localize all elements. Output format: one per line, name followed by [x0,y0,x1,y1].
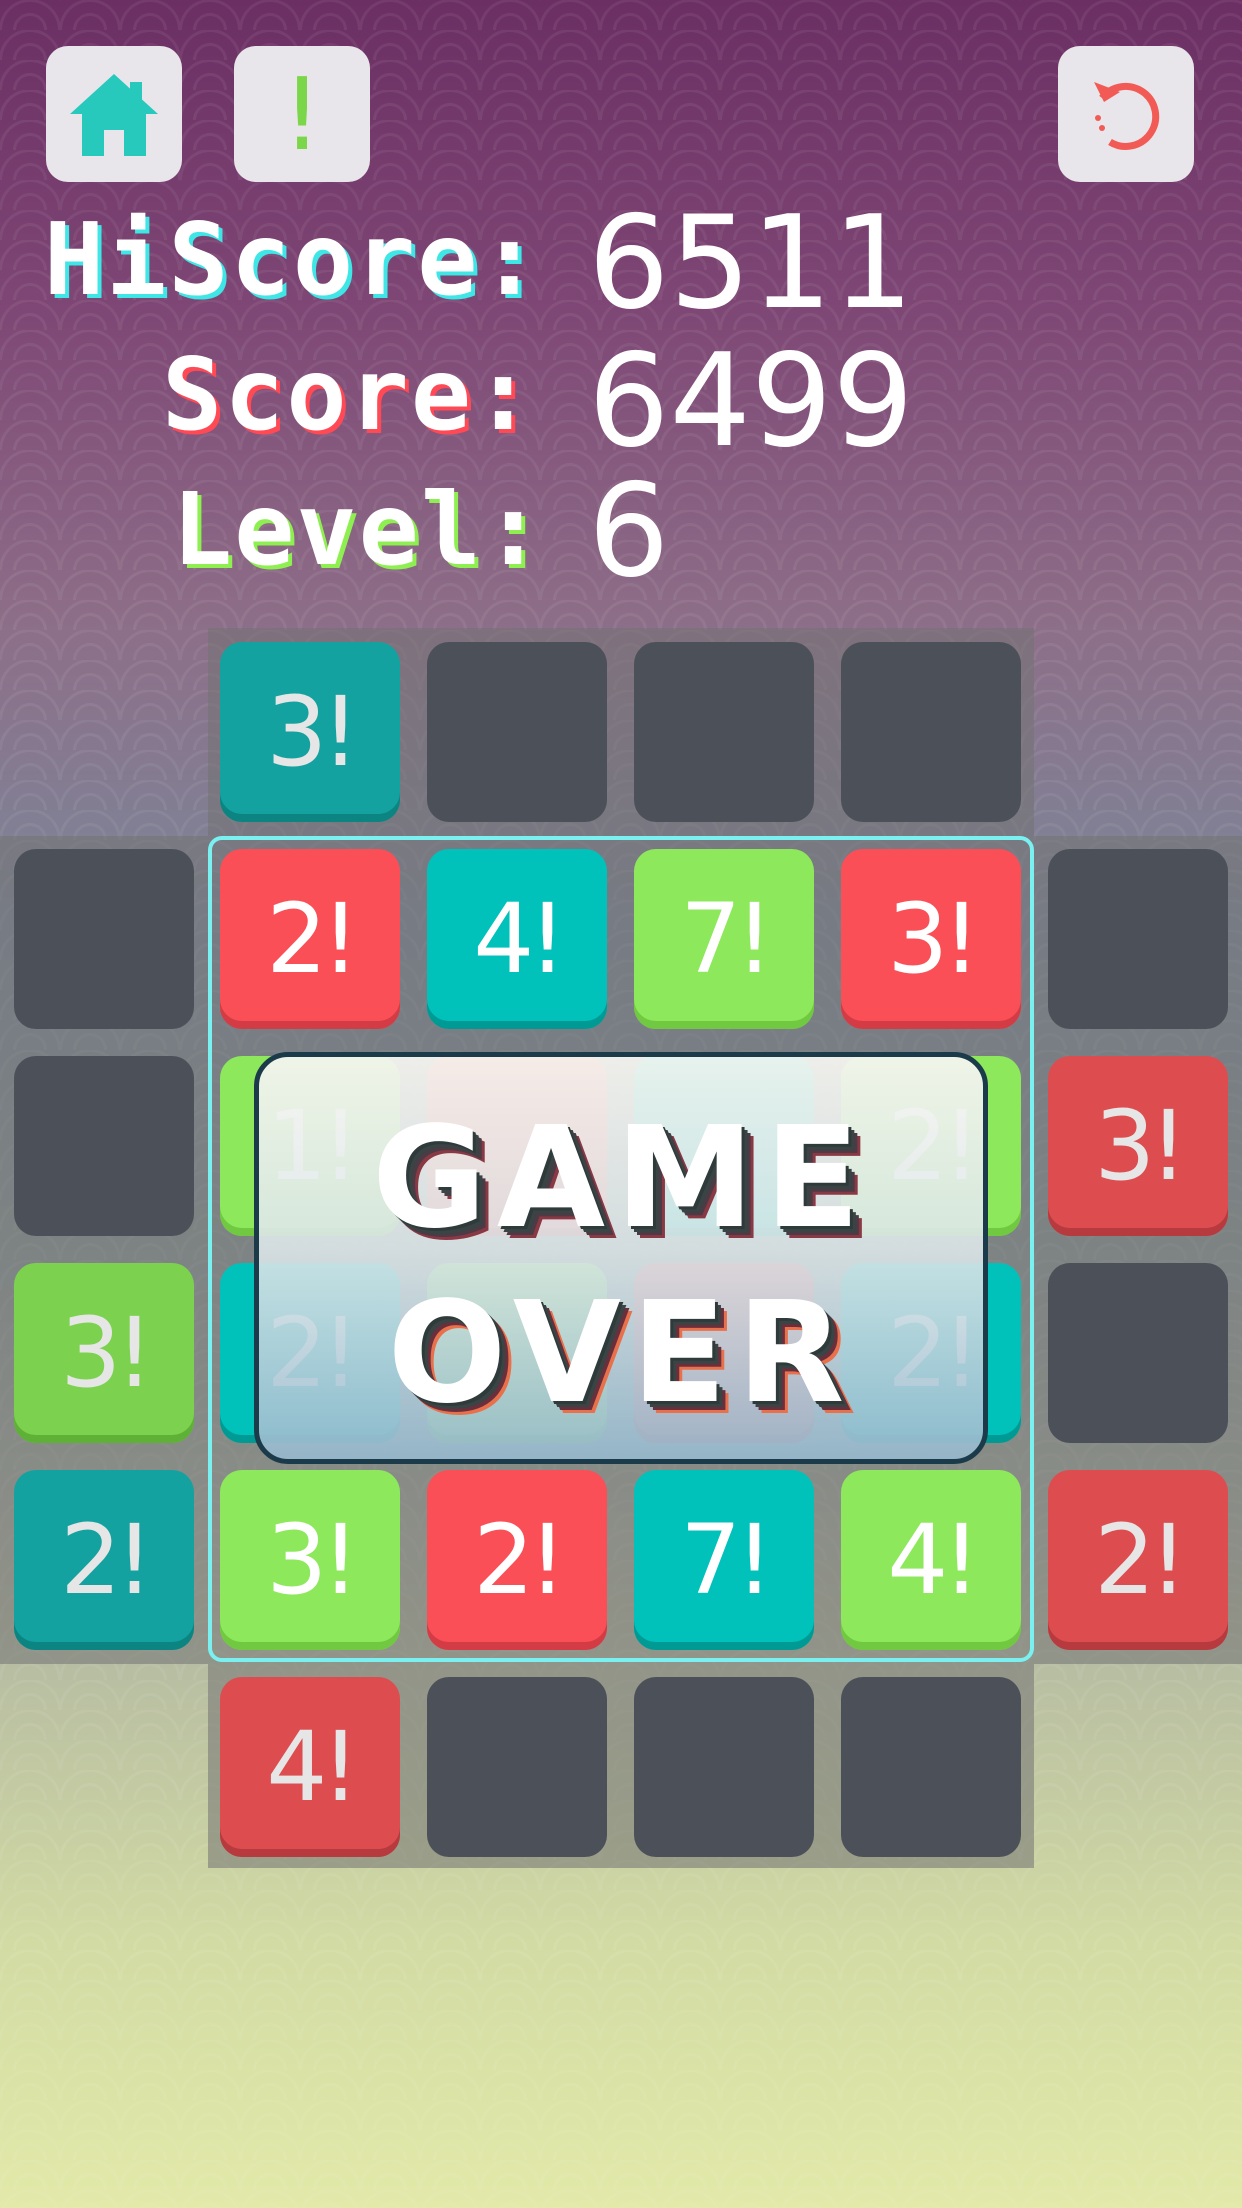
bottom-empty-cell[interactable] [634,1677,814,1857]
bottom-piece[interactable]: 4! [220,1677,400,1857]
home-icon [70,74,158,156]
top-empty-cell[interactable] [841,642,1021,822]
left-piece[interactable]: 3! [14,1263,194,1443]
left-piece[interactable]: 2! [14,1470,194,1650]
right-piece[interactable]: 3! [1048,1056,1228,1236]
game-over-title-line2: OVER [387,1272,855,1435]
left-empty-cell[interactable] [14,1056,194,1236]
top-piece[interactable]: 3! [220,642,400,822]
right-empty-cell[interactable] [1048,849,1228,1029]
hiscore-label: HiScore: [44,201,542,318]
right-empty-cell[interactable] [1048,1263,1228,1443]
level-value: 6 [588,457,670,606]
restart-button[interactable] [1058,46,1194,182]
left-empty-cell[interactable] [14,849,194,1029]
hint-label: ! [281,55,323,173]
restart-icon [1094,82,1160,150]
game-over-dialog: GAME OVER [254,1052,988,1464]
game-over-title-line1: GAME [371,1097,871,1260]
bottom-empty-cell[interactable] [841,1677,1021,1857]
level-label: Level: [172,471,546,588]
top-empty-cell[interactable] [427,642,607,822]
top-empty-cell[interactable] [634,642,814,822]
hint-button[interactable]: ! [234,46,370,182]
bottom-empty-cell[interactable] [427,1677,607,1857]
hiscore-value: 6511 [588,189,914,338]
score-value: 6499 [588,327,914,476]
right-piece[interactable]: 2! [1048,1470,1228,1650]
home-button[interactable] [46,46,182,182]
score-label: Score: [162,336,536,453]
